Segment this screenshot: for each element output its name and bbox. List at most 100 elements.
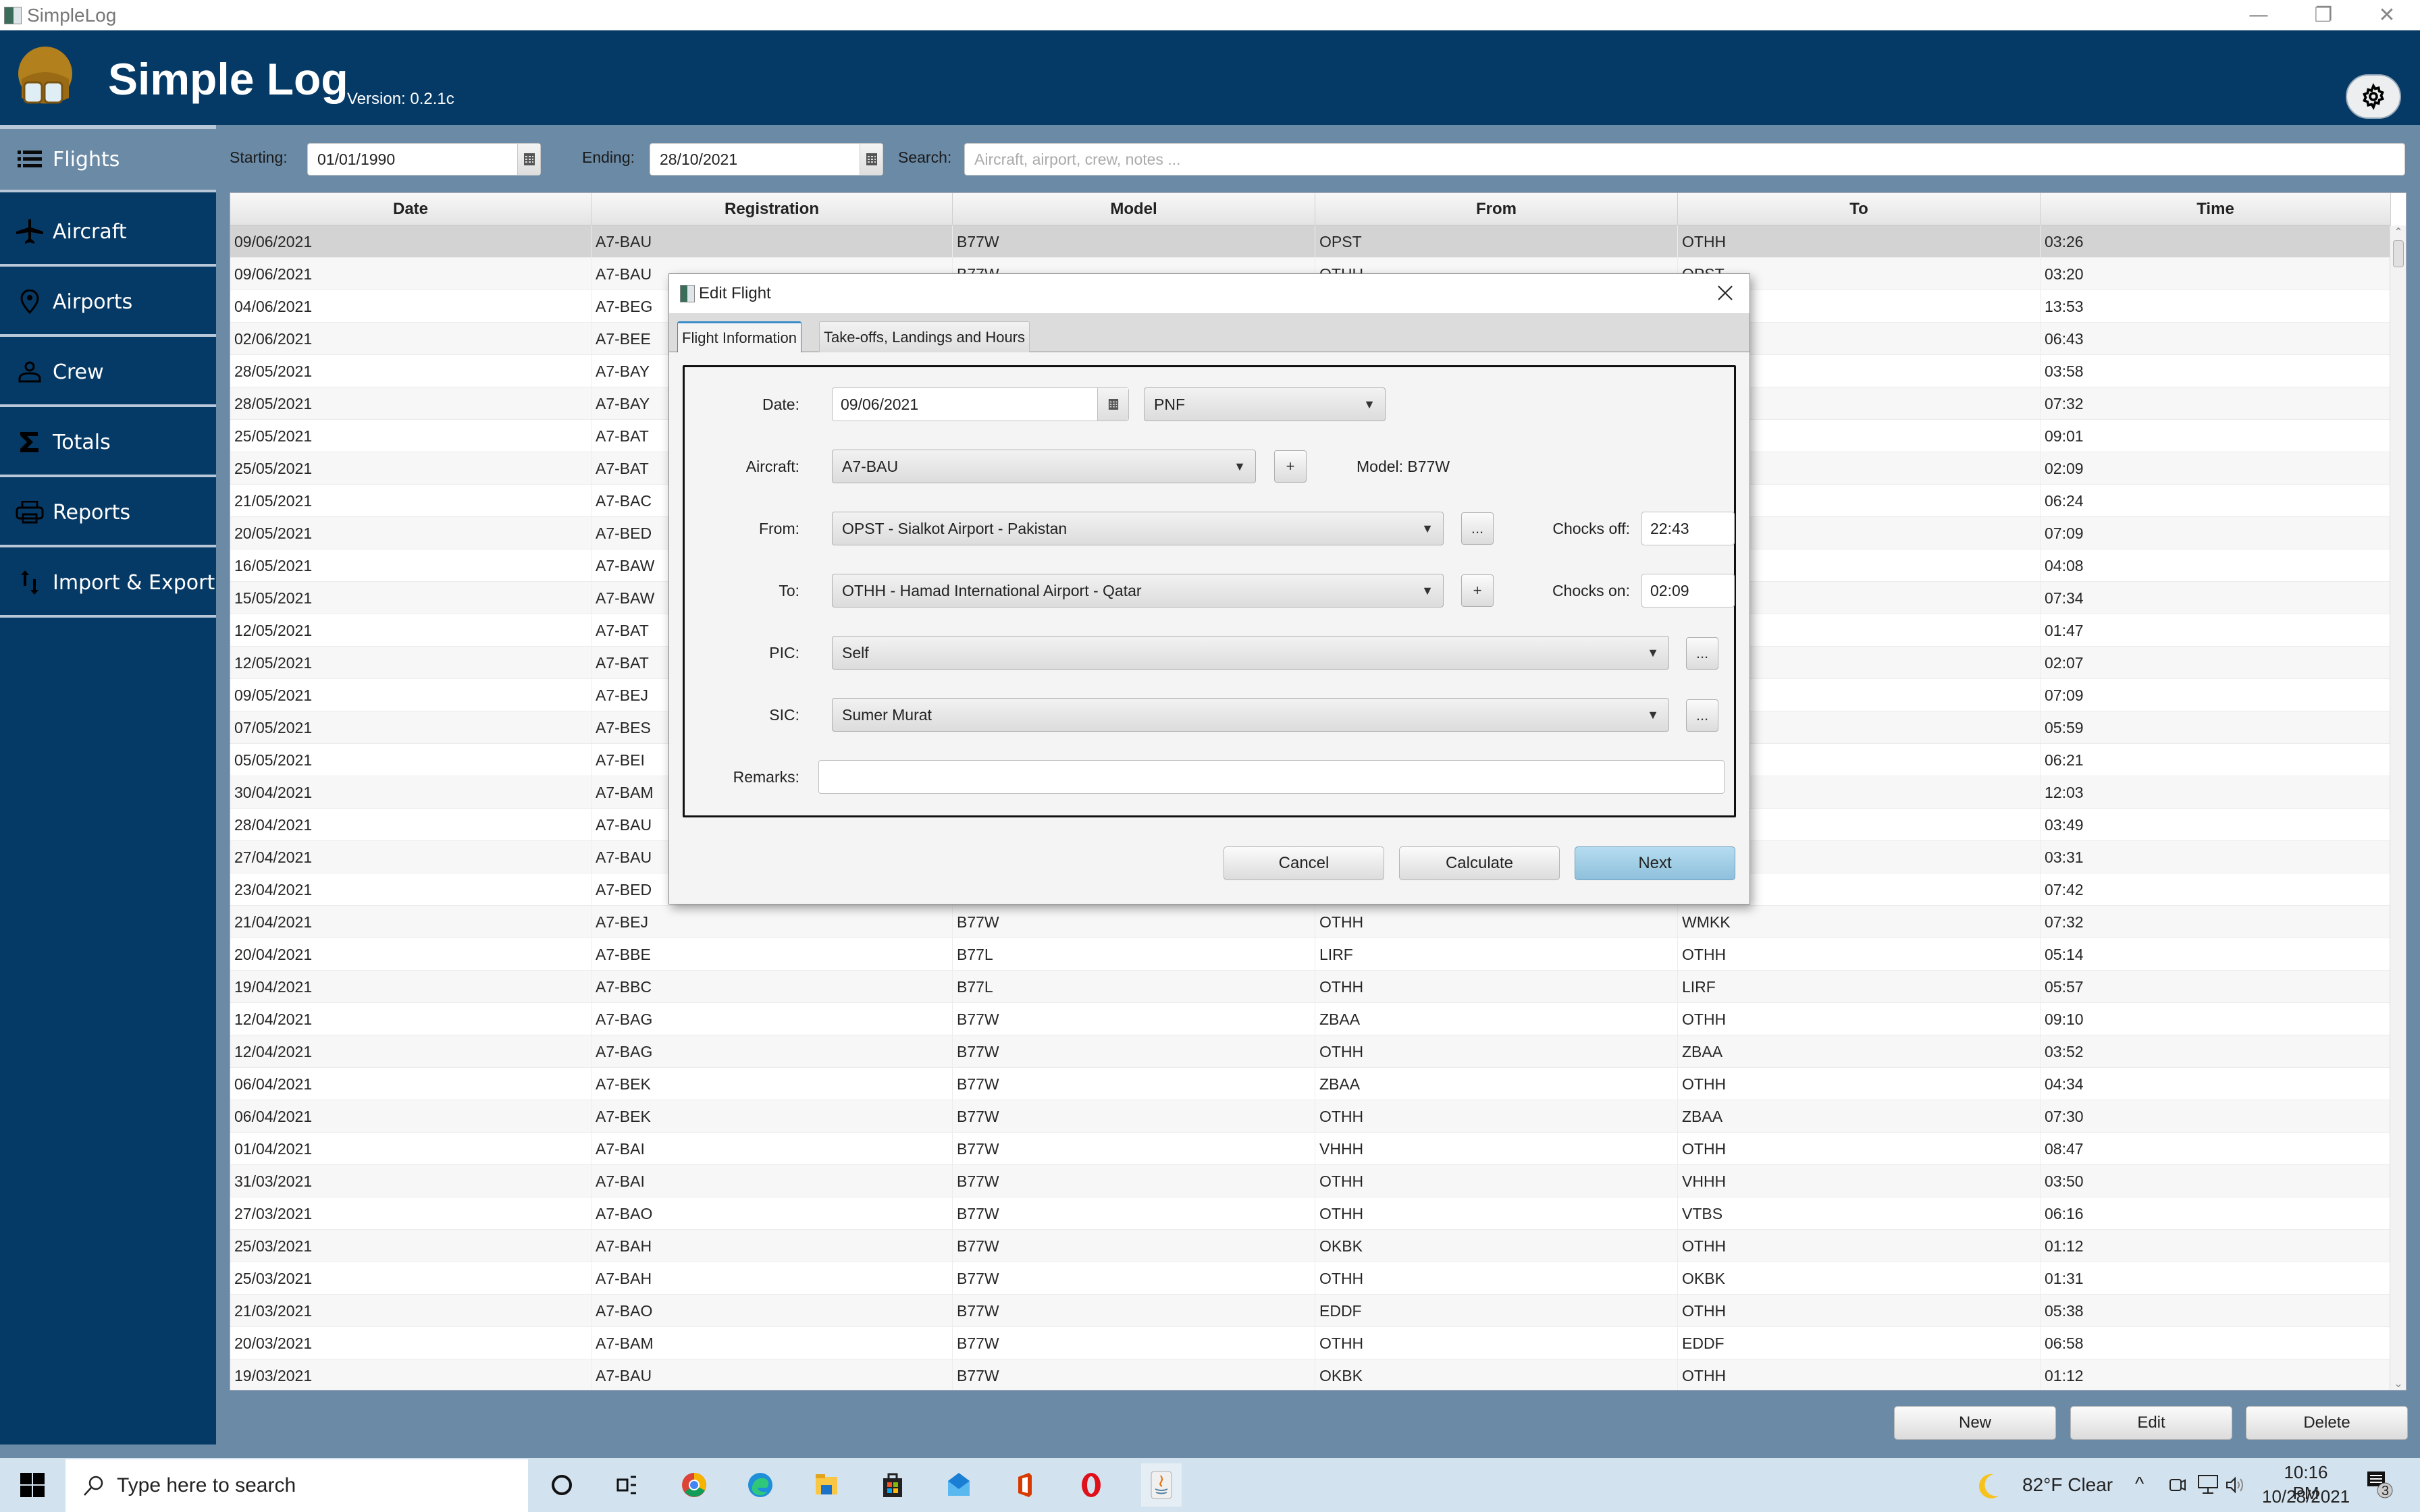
opera-icon[interactable] (1075, 1469, 1107, 1501)
taskbar-search[interactable]: Type here to search (65, 1459, 528, 1512)
table-row[interactable]: 25/03/2021 A7-BAH B77W OKBK OTHH 01:12 (230, 1230, 2391, 1262)
sidebar-item-aircraft[interactable]: Aircraft (0, 199, 216, 267)
search-label: Search: (898, 148, 952, 166)
aircraft-select[interactable]: A7-BAU ▼ (832, 450, 1256, 483)
column-header-registration[interactable]: Registration (591, 193, 953, 225)
search-input[interactable] (965, 144, 2404, 175)
notifications-button[interactable]: 3 (2366, 1470, 2393, 1500)
cancel-button[interactable]: Cancel (1224, 846, 1384, 880)
table-row[interactable]: 21/04/2021 A7-BEJ B77W OTHH WMKK 07:32 (230, 906, 2391, 938)
date-input[interactable] (833, 388, 1097, 421)
ending-calendar-button[interactable] (860, 144, 883, 175)
starting-date-input[interactable] (308, 144, 517, 175)
column-header-date[interactable]: Date (230, 193, 591, 225)
column-header-from[interactable]: From (1315, 193, 1678, 225)
cell-from: OTHH (1315, 1165, 1678, 1197)
sidebar-item-import-export[interactable]: Import & Export (0, 550, 216, 618)
new-button[interactable]: New (1894, 1406, 2056, 1440)
table-row[interactable]: 01/04/2021 A7-BAI B77W VHHH OTHH 08:47 (230, 1133, 2391, 1165)
vertical-scrollbar[interactable]: ⌃ ⌄ (2390, 225, 2406, 1390)
cell-from: OTHH (1315, 1035, 1678, 1068)
delete-button[interactable]: Delete (2246, 1406, 2408, 1440)
dialog-close-button[interactable] (1713, 281, 1737, 305)
office-icon[interactable] (1009, 1469, 1041, 1501)
column-header-to[interactable]: To (1678, 193, 2041, 225)
network-icon[interactable] (2197, 1474, 2219, 1498)
sidebar-item-airports[interactable]: Airports (0, 269, 216, 337)
cell-registration: A7-BAI (591, 1165, 953, 1197)
clock-date[interactable]: 10/28/2021 (2262, 1486, 2350, 1507)
tab-flight-information[interactable]: Flight Information (677, 321, 801, 352)
sic-more-button[interactable]: ... (1686, 699, 1718, 732)
table-row[interactable]: 09/06/2021 A7-BAU B77W OPST OTHH 03:26 (230, 225, 2391, 258)
pic-more-button[interactable]: ... (1686, 637, 1718, 670)
tab-takeoffs-landings-hours[interactable]: Take-offs, Landings and Hours (819, 321, 1030, 352)
sic-select[interactable]: Sumer Murat ▼ (832, 698, 1669, 732)
close-window-button[interactable]: ✕ (2357, 0, 2417, 30)
next-button[interactable]: Next (1575, 846, 1735, 880)
cell-time: 07:09 (2041, 517, 2391, 549)
table-row[interactable]: 20/03/2021 A7-BAM B77W OTHH EDDF 06:58 (230, 1327, 2391, 1359)
role-select[interactable]: PNF ▼ (1144, 387, 1386, 421)
pic-select[interactable]: Self ▼ (832, 636, 1669, 670)
minimize-button[interactable]: — (2228, 0, 2289, 30)
cell-time: 04:08 (2041, 549, 2391, 582)
sidebar-item-crew[interactable]: Crew (0, 340, 216, 407)
chocks-off-input[interactable] (1642, 512, 1734, 545)
java-icon[interactable] (1141, 1463, 1182, 1507)
mail-icon[interactable] (943, 1469, 975, 1501)
ending-date-input[interactable] (650, 144, 860, 175)
column-header-time[interactable]: Time (2041, 193, 2391, 225)
from-airport-more-button[interactable]: ... (1461, 512, 1494, 545)
sidebar-item-totals[interactable]: Totals (0, 410, 216, 477)
to-airport-select[interactable]: OTHH - Hamad International Airport - Qat… (832, 574, 1444, 608)
volume-icon[interactable] (2224, 1474, 2246, 1498)
cell-from: ZBAA (1315, 1068, 1678, 1100)
table-row[interactable]: 06/04/2021 A7-BEK B77W OTHH ZBAA 07:30 (230, 1100, 2391, 1133)
table-row[interactable]: 12/04/2021 A7-BAG B77W ZBAA OTHH 09:10 (230, 1003, 2391, 1035)
add-aircraft-button[interactable]: + (1274, 450, 1307, 483)
table-row[interactable]: 19/03/2021 A7-BAU B77W OKBK OTHH 01:12 (230, 1359, 2391, 1390)
scroll-down-icon[interactable]: ⌄ (2390, 1377, 2406, 1390)
cell-from: OPST (1315, 225, 1678, 258)
table-row[interactable]: 06/04/2021 A7-BEK B77W ZBAA OTHH 04:34 (230, 1068, 2391, 1100)
table-row[interactable]: 31/03/2021 A7-BAI B77W OTHH VHHH 03:50 (230, 1165, 2391, 1197)
table-row[interactable]: 19/04/2021 A7-BBC B77L OTHH LIRF 05:57 (230, 971, 2391, 1003)
cortana-icon[interactable] (546, 1469, 578, 1501)
file-explorer-icon[interactable] (810, 1469, 843, 1501)
table-row[interactable]: 25/03/2021 A7-BAH B77W OTHH OKBK 01:31 (230, 1262, 2391, 1295)
add-airport-button[interactable]: + (1461, 574, 1494, 607)
calculate-button[interactable]: Calculate (1399, 846, 1560, 880)
sidebar-item-label: Totals (53, 430, 111, 454)
chocks-on-input[interactable] (1642, 574, 1734, 607)
date-calendar-button[interactable] (1097, 388, 1128, 421)
tray-overflow-icon[interactable]: ^ (2135, 1473, 2144, 1494)
weather-text[interactable]: 82°F Clear (2022, 1474, 2113, 1496)
cell-model: B77W (953, 1230, 1315, 1262)
column-header-model[interactable]: Model (953, 193, 1315, 225)
from-airport-select[interactable]: OPST - Sialkot Airport - Pakistan ▼ (832, 512, 1444, 545)
sidebar-item-flights[interactable]: Flights (0, 125, 216, 192)
cell-date: 06/04/2021 (230, 1068, 591, 1100)
table-row[interactable]: 12/04/2021 A7-BAG B77W OTHH ZBAA 03:52 (230, 1035, 2391, 1068)
scroll-up-icon[interactable]: ⌃ (2390, 225, 2406, 238)
table-row[interactable]: 27/03/2021 A7-BAO B77W OTHH VTBS 06:16 (230, 1197, 2391, 1230)
starting-calendar-button[interactable] (517, 144, 540, 175)
store-icon[interactable] (876, 1469, 909, 1501)
edit-button[interactable]: Edit (2070, 1406, 2232, 1440)
edge-icon[interactable] (744, 1469, 777, 1501)
table-row[interactable]: 21/03/2021 A7-BAO B77W EDDF OTHH 05:38 (230, 1295, 2391, 1327)
task-view-icon[interactable] (610, 1469, 643, 1501)
cell-date: 28/05/2021 (230, 387, 591, 420)
maximize-button[interactable]: ❐ (2293, 0, 2354, 30)
camera-icon[interactable] (2169, 1474, 2186, 1498)
settings-button[interactable] (2346, 74, 2401, 119)
start-button[interactable] (20, 1473, 45, 1497)
scrollbar-thumb[interactable] (2393, 240, 2404, 267)
cell-from: ZBAA (1315, 1003, 1678, 1035)
remarks-input[interactable] (819, 761, 1724, 793)
sidebar-item-reports[interactable]: Reports (0, 480, 216, 547)
chrome-icon[interactable] (678, 1469, 710, 1501)
table-row[interactable]: 20/04/2021 A7-BBE B77L LIRF OTHH 05:14 (230, 938, 2391, 971)
cell-time: 06:21 (2041, 744, 2391, 776)
